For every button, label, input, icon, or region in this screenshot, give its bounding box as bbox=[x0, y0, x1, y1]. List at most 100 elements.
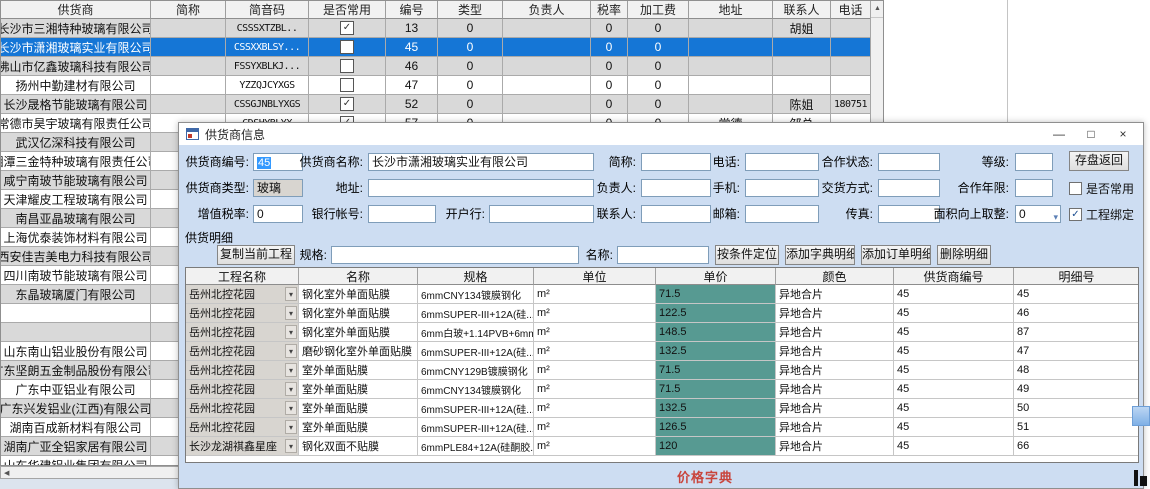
price-cell: 122.5 bbox=[656, 304, 776, 323]
cell-phone bbox=[831, 57, 871, 76]
detail-row[interactable]: 岳州北控花园▾室外单面贴膜6mmCNY129B镀膜钢化m²71.5异地合片454… bbox=[186, 361, 1138, 380]
detail-row[interactable]: 岳州北控花园▾室外单面贴膜6mmSUPER-III+12A(硅...m²126.… bbox=[186, 418, 1138, 437]
detail-row[interactable]: 岳州北控花园▾磨砂钢化室外单面贴膜6mmSUPER-III+12A(硅...m²… bbox=[186, 342, 1138, 361]
delete-detail-button[interactable]: 删除明细 bbox=[937, 245, 991, 265]
dropdown-icon[interactable]: ▾ bbox=[285, 363, 297, 377]
detail-cell: 6mmCNY134镀膜钢化 bbox=[418, 380, 534, 399]
detail-cell: 45 bbox=[894, 380, 1014, 399]
checkbox-icon[interactable] bbox=[340, 78, 354, 92]
supplier-row[interactable]: 长沙晟格节能玻璃有限公司CSSGJNBLYXGS✓52000陈姐180751 bbox=[1, 95, 883, 114]
close-button[interactable]: × bbox=[1107, 123, 1139, 145]
overlapping-window-fragment bbox=[1134, 468, 1148, 488]
cell-supplier: 扬州中勤建材有限公司 bbox=[1, 76, 151, 95]
project-combobox[interactable]: 岳州北控花园▾ bbox=[186, 323, 299, 342]
cell-supplier: 咸宁南玻节能玻璃有限公司 bbox=[1, 171, 151, 190]
project-combobox[interactable]: 岳州北控花园▾ bbox=[186, 399, 299, 418]
cell-phone bbox=[831, 19, 871, 38]
detail-row[interactable]: 岳州北控花园▾钢化室外单面贴膜6mm白玻+1.14PVB+6mm...m²148… bbox=[186, 323, 1138, 342]
cell-address bbox=[689, 57, 773, 76]
detail-row[interactable]: 长沙龙湖祺鑫星座▾钢化双面不贴膜6mmPLE84+12A(硅酮胶...m²120… bbox=[186, 437, 1138, 456]
dropdown-icon[interactable]: ▾ bbox=[285, 382, 297, 396]
detail-cell: m² bbox=[534, 418, 656, 437]
supplier-name-field[interactable]: 长沙市潇湘玻璃实业有限公司 bbox=[368, 153, 594, 171]
name-field[interactable] bbox=[617, 246, 709, 264]
supplier-row[interactable]: 长沙市潇湘玻璃实业有限公司CSSXXBLSY...45000 bbox=[1, 38, 883, 57]
common-checkbox-cell[interactable] bbox=[309, 57, 386, 76]
detail-cell: 6mmSUPER-III+12A(硅... bbox=[418, 418, 534, 437]
add-dictionary-detail-button[interactable]: 添加字典明细 bbox=[785, 245, 855, 265]
detail-row[interactable]: 岳州北控花园▾室外单面贴膜6mmCNY134镀膜钢化m²71.5异地合片4549 bbox=[186, 380, 1138, 399]
detail-row[interactable]: 岳州北控花园▾室外单面贴膜6mmSUPER-III+12A(硅...m²132.… bbox=[186, 399, 1138, 418]
cell-address bbox=[689, 19, 773, 38]
common-checkbox-cell[interactable] bbox=[309, 76, 386, 95]
project-bind-checkbox[interactable]: ✓ bbox=[1069, 208, 1082, 221]
common-use-checkbox[interactable] bbox=[1069, 182, 1082, 195]
supplier-row[interactable]: 长沙市三湘特种玻璃有限公司CSSSXTZBL..✓13000胡姐 bbox=[1, 19, 883, 38]
grade-field[interactable] bbox=[1015, 153, 1053, 171]
cell-supplier: 西安佳吉美电力科技有限公司 bbox=[1, 247, 151, 266]
detail-row[interactable]: 岳州北控花园▾钢化室外单面贴膜6mmSUPER-III+12A(硅...m²12… bbox=[186, 304, 1138, 323]
dropdown-icon[interactable]: ▾ bbox=[285, 401, 297, 415]
maximize-button[interactable]: □ bbox=[1075, 123, 1107, 145]
detail-cell: m² bbox=[534, 323, 656, 342]
checkbox-icon[interactable] bbox=[340, 40, 354, 54]
supplier-row[interactable]: 扬州中勤建材有限公司YZZQJCYXGS47000 bbox=[1, 76, 883, 95]
cell-fee: 0 bbox=[628, 19, 689, 38]
dropdown-icon[interactable]: ▾ bbox=[1053, 209, 1058, 223]
area-round-up-combobox[interactable]: 0▾ bbox=[1015, 205, 1061, 223]
cell-fee: 0 bbox=[628, 76, 689, 95]
common-checkbox-cell[interactable]: ✓ bbox=[309, 95, 386, 114]
dropdown-icon[interactable]: ▾ bbox=[285, 306, 297, 320]
mobile-label: 手机: bbox=[689, 179, 740, 197]
coop-years-field[interactable] bbox=[1015, 179, 1053, 197]
checkbox-icon[interactable] bbox=[340, 59, 354, 73]
common-checkbox-cell[interactable]: ✓ bbox=[309, 19, 386, 38]
project-combobox[interactable]: 岳州北控花园▾ bbox=[186, 418, 299, 437]
locate-by-condition-button[interactable]: 按条件定位 bbox=[715, 245, 779, 265]
dropdown-icon[interactable]: ▾ bbox=[285, 325, 297, 339]
dropdown-icon[interactable]: ▾ bbox=[285, 287, 297, 301]
address-field[interactable] bbox=[368, 179, 594, 197]
bank-account-field[interactable] bbox=[368, 205, 436, 223]
app-screen: 供货商简称简音码是否常用编号类型负责人税率加工费地址联系人电话 长沙市三湘特种玻… bbox=[0, 0, 1150, 489]
project-combobox[interactable]: 长沙龙湖祺鑫星座▾ bbox=[186, 437, 299, 456]
supplier-table-hscrollbar[interactable]: ◀ bbox=[0, 466, 180, 479]
spec-field[interactable] bbox=[331, 246, 579, 264]
price-dictionary-label: 价格字典 bbox=[645, 467, 765, 486]
cell-no: 13 bbox=[386, 19, 438, 38]
checkbox-icon[interactable]: ✓ bbox=[340, 21, 354, 35]
cell-supplier: 长沙市潇湘玻璃实业有限公司 bbox=[1, 38, 151, 57]
project-combobox[interactable]: 岳州北控花园▾ bbox=[186, 361, 299, 380]
dialog-titlebar[interactable]: 供货商信息 — □ × bbox=[179, 123, 1143, 145]
bank-branch-label: 开户行: bbox=[441, 205, 485, 223]
detail-cell: 87 bbox=[1014, 323, 1139, 342]
area-round-up-value: 0 bbox=[1019, 207, 1026, 221]
column-header: 单价 bbox=[656, 268, 776, 285]
cell-supplier: 天津耀皮工程玻璃有限公司 bbox=[1, 190, 151, 209]
detail-cell: 异地合片 bbox=[776, 304, 894, 323]
column-header: 加工费 bbox=[628, 1, 689, 19]
checkbox-icon[interactable]: ✓ bbox=[340, 97, 354, 111]
dropdown-icon[interactable]: ▾ bbox=[285, 420, 297, 434]
minimize-button[interactable]: — bbox=[1043, 123, 1075, 145]
detail-row[interactable]: 岳州北控花园▾钢化室外单面贴膜6mmCNY134镀膜钢化m²71.5异地合片45… bbox=[186, 285, 1138, 304]
common-checkbox-cell[interactable] bbox=[309, 38, 386, 57]
project-combobox[interactable]: 岳州北控花园▾ bbox=[186, 342, 299, 361]
detail-cell: 异地合片 bbox=[776, 437, 894, 456]
scroll-left-icon[interactable]: ◀ bbox=[1, 469, 9, 477]
price-cell: 71.5 bbox=[656, 361, 776, 380]
dropdown-icon[interactable]: ▾ bbox=[285, 439, 297, 453]
project-combobox[interactable]: 岳州北控花园▾ bbox=[186, 285, 299, 304]
cell-address bbox=[689, 95, 773, 114]
supplier-row[interactable]: 佛山市亿鑫玻璃科技有限公司FSSYXBLKJ...46000 bbox=[1, 57, 883, 76]
detail-cell: 45 bbox=[1014, 285, 1139, 304]
project-combobox[interactable]: 岳州北控花园▾ bbox=[186, 380, 299, 399]
copy-current-project-button[interactable]: 复制当前工程 bbox=[217, 245, 295, 265]
save-return-button[interactable]: 存盘返回 bbox=[1069, 151, 1129, 171]
column-header: 负责人 bbox=[503, 1, 591, 19]
add-order-detail-button[interactable]: 添加订单明细 bbox=[861, 245, 931, 265]
dropdown-icon[interactable]: ▾ bbox=[285, 344, 297, 358]
scroll-up-icon[interactable]: ▲ bbox=[871, 1, 884, 18]
project-combobox[interactable]: 岳州北控花园▾ bbox=[186, 304, 299, 323]
detail-cell: 磨砂钢化室外单面贴膜 bbox=[299, 342, 418, 361]
